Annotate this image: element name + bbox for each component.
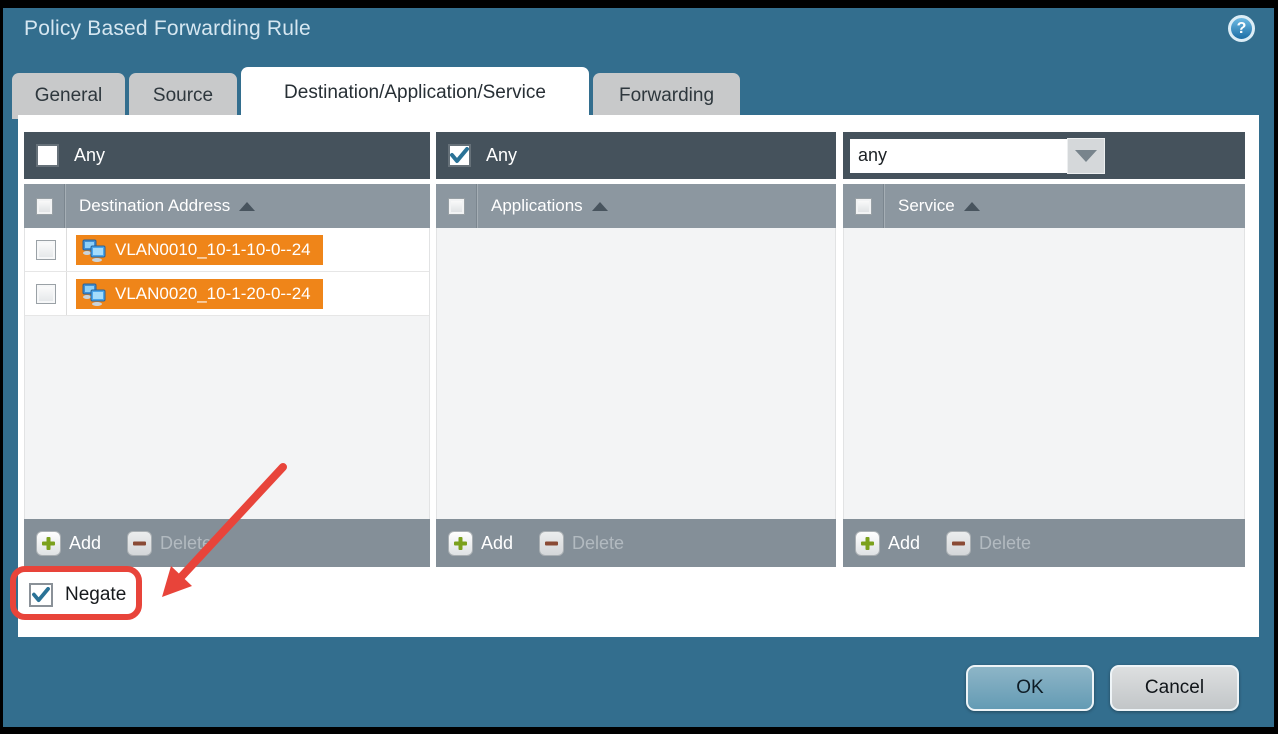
address-object-label: VLAN0010_10-1-10-0--24 (115, 240, 311, 260)
sort-ascending-icon (964, 202, 980, 211)
tab-label: General (35, 85, 103, 107)
service-dropdown-input[interactable] (850, 139, 1067, 173)
service-list (843, 228, 1245, 519)
add-button[interactable]: Add (448, 531, 513, 556)
service-dropdown-button[interactable] (1067, 138, 1105, 174)
minus-icon (946, 531, 971, 556)
address-object-label: VLAN0020_10-1-20-0--24 (115, 284, 311, 304)
add-label: Add (69, 533, 101, 554)
service-combo (850, 138, 1105, 174)
tab-general[interactable]: General (12, 73, 125, 119)
service-column-title: Service (898, 196, 955, 216)
destination-footer: Add Delete (24, 519, 430, 567)
cancel-label: Cancel (1145, 677, 1204, 699)
plus-icon (36, 531, 61, 556)
address-object[interactable]: VLAN0020_10-1-20-0--24 (76, 279, 323, 309)
dialog-body: Any Destination Address (18, 115, 1259, 637)
delete-button[interactable]: Delete (946, 531, 1031, 556)
destination-address-panel: Any Destination Address (24, 132, 430, 567)
cancel-button[interactable]: Cancel (1110, 665, 1239, 711)
checkmark-icon (450, 147, 469, 164)
tab-destination-application-service[interactable]: Destination/Application/Service (241, 67, 589, 119)
row-checkbox[interactable] (36, 240, 56, 260)
destination-any-bar: Any (24, 132, 430, 179)
destination-any-checkbox[interactable] (36, 144, 59, 167)
ok-button[interactable]: OK (966, 665, 1094, 711)
column-divider (477, 184, 478, 228)
delete-label: Delete (979, 533, 1031, 554)
tab-label: Source (153, 85, 213, 107)
ok-label: OK (1016, 677, 1043, 699)
add-label: Add (888, 533, 920, 554)
delete-label: Delete (572, 533, 624, 554)
applications-any-checkbox[interactable] (448, 144, 471, 167)
applications-column-title: Applications (491, 196, 583, 216)
address-object-icon (81, 282, 107, 306)
help-glyph: ? (1237, 20, 1247, 38)
table-row[interactable]: VLAN0020_10-1-20-0--24 (25, 272, 429, 316)
destination-any-label: Any (74, 145, 105, 166)
dialog-title: Policy Based Forwarding Rule (24, 17, 311, 41)
tab-label: Destination/Application/Service (284, 82, 546, 104)
service-dropdown-bar (843, 132, 1245, 179)
add-label: Add (481, 533, 513, 554)
service-select-all-checkbox[interactable] (855, 198, 872, 215)
row-checkbox-cell (25, 272, 67, 315)
applications-column-header[interactable]: Applications (436, 184, 836, 228)
service-column-header[interactable]: Service (843, 184, 1245, 228)
add-button[interactable]: Add (36, 531, 101, 556)
plus-icon (855, 531, 880, 556)
destination-list: VLAN0010_10-1-10-0--24 VLAN0020_10-1-20-… (24, 228, 430, 519)
add-button[interactable]: Add (855, 531, 920, 556)
applications-list (436, 228, 836, 519)
service-footer: Add Delete (843, 519, 1245, 567)
applications-panel: Any Applications Add Delete (436, 132, 836, 567)
applications-select-all-checkbox[interactable] (448, 198, 465, 215)
tab-forwarding[interactable]: Forwarding (593, 73, 740, 119)
address-object-icon (81, 238, 107, 262)
destination-column-title: Destination Address (79, 196, 230, 216)
applications-any-label: Any (486, 145, 517, 166)
plus-icon (448, 531, 473, 556)
applications-any-bar: Any (436, 132, 836, 179)
chevron-down-icon (1075, 150, 1097, 162)
row-checkbox-cell (25, 228, 67, 271)
delete-button[interactable]: Delete (539, 531, 624, 556)
sort-ascending-icon (592, 202, 608, 211)
address-object[interactable]: VLAN0010_10-1-10-0--24 (76, 235, 323, 265)
negate-row: Negate (29, 583, 126, 607)
row-checkbox[interactable] (36, 284, 56, 304)
delete-button[interactable]: Delete (127, 531, 212, 556)
sort-ascending-icon (239, 202, 255, 211)
destination-select-all-checkbox[interactable] (36, 198, 53, 215)
minus-icon (539, 531, 564, 556)
negate-checkbox[interactable] (29, 583, 53, 607)
tab-label: Forwarding (619, 85, 714, 107)
tab-source[interactable]: Source (129, 73, 237, 119)
negate-label: Negate (65, 584, 126, 606)
column-divider (65, 184, 66, 228)
tab-bar: General Source Destination/Application/S… (12, 67, 740, 119)
applications-footer: Add Delete (436, 519, 836, 567)
help-icon[interactable]: ? (1228, 15, 1255, 42)
destination-column-header[interactable]: Destination Address (24, 184, 430, 228)
table-row[interactable]: VLAN0010_10-1-10-0--24 (25, 228, 429, 272)
column-divider (884, 184, 885, 228)
minus-icon (127, 531, 152, 556)
checkmark-icon (32, 587, 50, 603)
delete-label: Delete (160, 533, 212, 554)
service-panel: Service Add Delete (843, 132, 1245, 567)
